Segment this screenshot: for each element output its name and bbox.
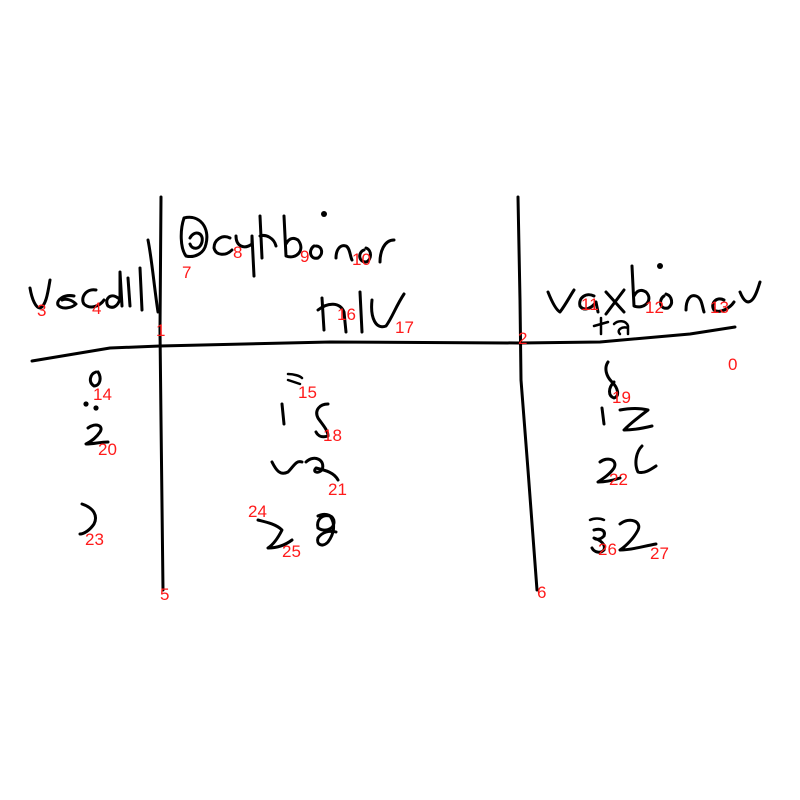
marker-label-0: 0 bbox=[728, 355, 737, 374]
column-divider-right bbox=[516, 195, 539, 592]
column-divider-left bbox=[158, 195, 165, 592]
marker-label-18: 18 bbox=[323, 426, 342, 445]
marker-label-15: 15 bbox=[298, 383, 317, 402]
marker-label-13: 13 bbox=[710, 298, 729, 317]
header-separator-line bbox=[30, 325, 737, 363]
marker-label-22: 22 bbox=[609, 470, 628, 489]
marker-label-8: 8 bbox=[233, 243, 242, 262]
header-middle-scribble bbox=[179, 211, 406, 334]
sketch-canvas: 0 1 2 3 4 5 6 7 8 9 10 11 12 13 14 15 16… bbox=[28, 195, 762, 604]
marker-label-10: 10 bbox=[352, 250, 371, 269]
marker-label-7: 7 bbox=[182, 263, 191, 282]
marker-label-24: 24 bbox=[248, 502, 267, 521]
marker-label-17: 17 bbox=[395, 318, 414, 337]
marker-label-5: 5 bbox=[160, 585, 169, 604]
marker-label-26: 26 bbox=[598, 540, 617, 559]
marker-label-12: 12 bbox=[645, 298, 664, 317]
marker-label-3: 3 bbox=[37, 301, 46, 320]
marker-label-14: 14 bbox=[93, 385, 112, 404]
marker-label-16: 16 bbox=[337, 305, 356, 324]
marker-label-20: 20 bbox=[98, 440, 117, 459]
marker-label-23: 23 bbox=[85, 530, 104, 549]
marker-label-27: 27 bbox=[650, 544, 669, 563]
marker-label-9: 9 bbox=[300, 247, 309, 266]
marker-label-4: 4 bbox=[92, 299, 101, 318]
marker-label-25: 25 bbox=[282, 542, 301, 561]
marker-label-2: 2 bbox=[518, 329, 527, 348]
marker-label-21: 21 bbox=[328, 480, 347, 499]
marker-label-11: 11 bbox=[581, 295, 599, 314]
marker-label-19: 19 bbox=[612, 388, 631, 407]
marker-label-1: 1 bbox=[156, 321, 165, 340]
marker-label-6: 6 bbox=[537, 583, 546, 602]
